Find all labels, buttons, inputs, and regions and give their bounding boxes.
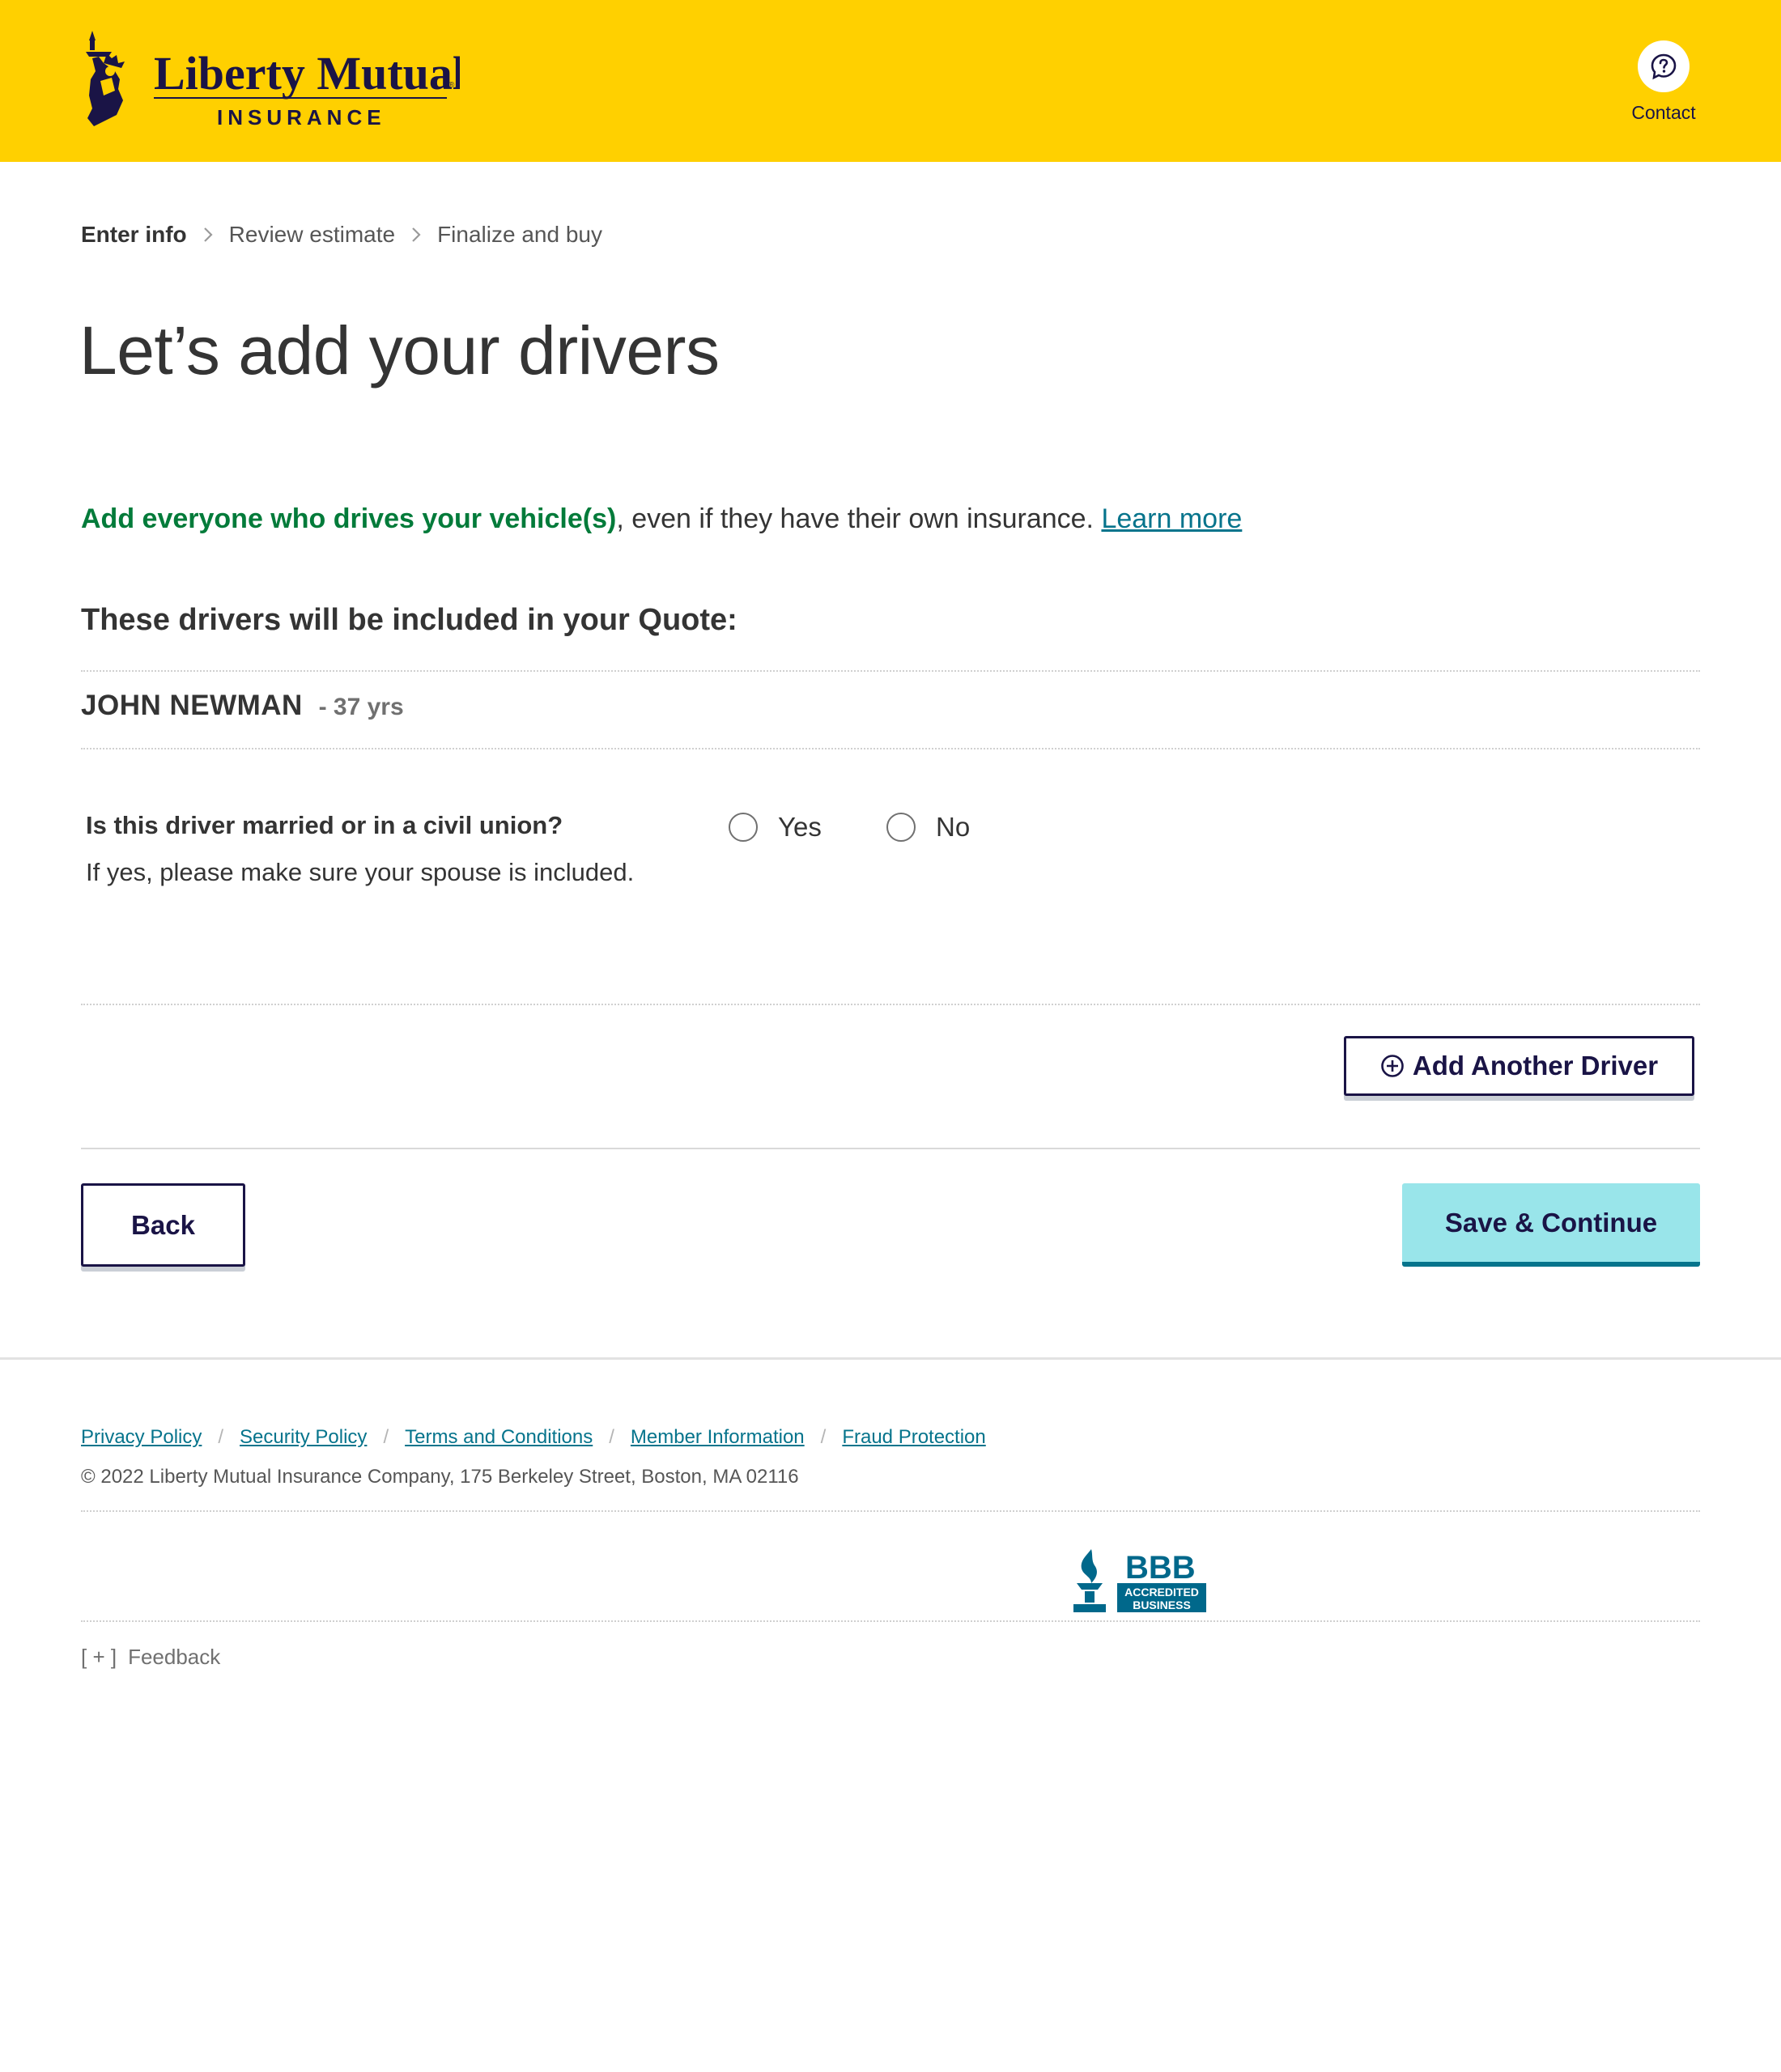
divider [81,1004,1700,1005]
back-button[interactable]: Back [81,1183,245,1267]
divider [81,1620,1700,1622]
footer-link-fraud-protection[interactable]: Fraud Protection [842,1426,985,1449]
footer-separator: / [609,1426,614,1448]
divider [81,748,1700,749]
footer-link-security-policy[interactable]: Security Policy [240,1426,367,1449]
radio-label-yes: Yes [778,812,822,842]
plus-circle-icon [1381,1055,1404,1077]
breadcrumb-step-review-estimate: Review estimate [228,222,396,247]
divider [81,670,1700,672]
svg-text:®: ® [448,81,455,90]
footer-separator: / [218,1426,224,1448]
question-bubble-icon [1651,53,1677,80]
bbb-accredited-business-logo[interactable]: BBB ACCREDITED BUSINESS [1070,1548,1208,1614]
footer-divider [0,1357,1781,1360]
breadcrumb-step-finalize-and-buy: Finalize and buy [437,222,602,247]
chevron-right-icon [395,227,437,243]
feedback-label: Feedback [128,1645,221,1669]
save-continue-button[interactable]: Save & Continue [1402,1183,1700,1267]
marital-status-help: If yes, please make sure your spouse is … [86,858,635,886]
contact-button[interactable]: Contact [1619,40,1708,130]
drivers-heading: These drivers will be included in your Q… [81,603,737,637]
footer-separator: / [820,1426,827,1448]
chevron-right-icon [187,227,229,243]
svg-text:BUSINESS: BUSINESS [1133,1599,1191,1611]
add-another-driver-button[interactable]: Add Another Driver [1344,1036,1694,1096]
driver-row: JOHN NEWMAN - 37 yrs [81,690,404,722]
marital-status-question: Is this driver married or in a civil uni… [86,811,563,839]
intro-rest: , even if they have their own insurance. [616,503,1102,534]
back-button-label: Back [131,1209,195,1240]
radio-yes[interactable]: Yes [729,812,822,843]
page-title: Let’s add your drivers [79,312,720,388]
bbb-torch-icon [1073,1549,1106,1612]
radio-label-no: No [936,812,971,842]
contact-label: Contact [1631,102,1696,123]
footer-separator: / [383,1426,389,1448]
radio-circle-no[interactable] [886,813,916,842]
svg-text:INSURANCE: INSURANCE [217,105,386,128]
statue-of-liberty-logo [86,31,125,126]
footer-link-member-information[interactable]: Member Information [631,1426,805,1449]
breadcrumb: Enter info Review estimate Finalize and … [81,219,602,251]
learn-more-link[interactable]: Learn more [1101,503,1242,534]
driver-name: JOHN NEWMAN [81,690,303,721]
intro-highlight: Add everyone who drives your vehicle(s) [81,503,617,534]
footer-links: Privacy Policy / Security Policy / Terms… [81,1426,986,1449]
divider [81,1510,1700,1512]
svg-text:ACCREDITED: ACCREDITED [1124,1586,1199,1599]
footer-link-terms-and-conditions[interactable]: Terms and Conditions [405,1426,593,1449]
contact-icon-circle [1638,40,1690,92]
svg-text:Liberty Mutual: Liberty Mutual [154,47,460,100]
save-continue-label: Save & Continue [1444,1207,1658,1238]
radio-no[interactable]: No [886,812,970,843]
add-another-driver-label: Add Another Driver [1412,1051,1659,1081]
feedback-button[interactable]: [ + ] Feedback [81,1645,220,1670]
divider [81,1148,1700,1149]
svg-text:BBB: BBB [1125,1550,1196,1586]
radio-circle-yes[interactable] [729,813,758,842]
footer-link-privacy-policy[interactable]: Privacy Policy [81,1426,202,1449]
breadcrumb-step-enter-info: Enter info [81,222,187,247]
copyright-text: © 2022 Liberty Mutual Insurance Company,… [81,1466,799,1488]
feedback-plus-icon: [ + ] [81,1645,117,1669]
intro-text: Add everyone who drives your vehicle(s),… [81,503,1242,535]
liberty-mutual-logo[interactable]: Liberty Mutual ® INSURANCE [79,31,460,128]
driver-age: - 37 yrs [318,694,404,720]
